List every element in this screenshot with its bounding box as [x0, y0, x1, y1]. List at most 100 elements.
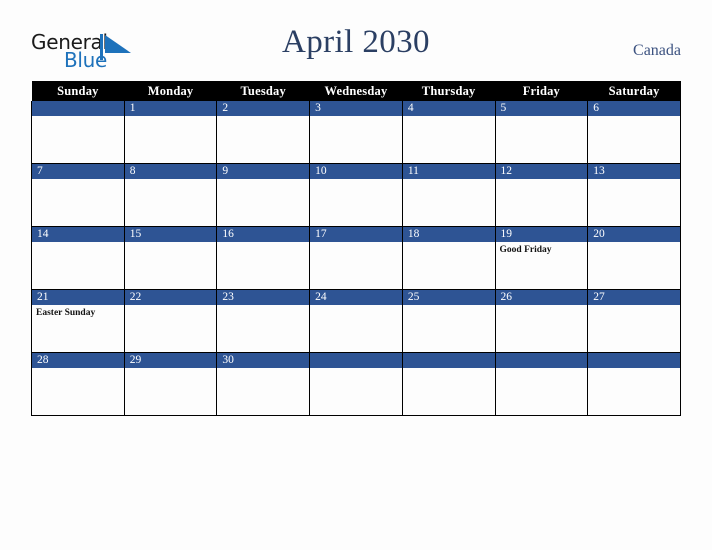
- day-events: [496, 116, 588, 118]
- day-cell-content: 3: [310, 101, 402, 163]
- calendar-day-cell[interactable]: 20: [587, 226, 681, 290]
- day-cell-content: [402, 353, 495, 415]
- calendar-day-cell[interactable]: [31, 101, 125, 164]
- day-number: 24: [310, 290, 402, 305]
- day-events: Good Friday: [496, 242, 588, 256]
- calendar-day-cell[interactable]: 14: [31, 226, 125, 290]
- calendar-day-cell[interactable]: 3: [309, 101, 403, 164]
- day-events: [403, 242, 495, 244]
- day-events: [125, 305, 217, 307]
- day-events: [310, 305, 402, 307]
- day-events: [32, 368, 124, 370]
- calendar-day-cell[interactable]: 12: [494, 163, 589, 227]
- day-number: 14: [32, 227, 124, 242]
- day-cell-content: 24: [310, 290, 402, 352]
- day-cell-content: 10: [310, 164, 402, 226]
- day-number: 23: [217, 290, 310, 305]
- day-number: 6: [588, 101, 680, 116]
- day-number: 15: [124, 227, 217, 242]
- day-events: [496, 305, 588, 307]
- day-cell-content: [495, 353, 588, 415]
- day-events: [588, 305, 680, 307]
- calendar-day-cell[interactable]: 30: [216, 352, 311, 416]
- day-number: 2: [217, 101, 310, 116]
- calendar-day-cell[interactable]: 16: [216, 226, 311, 290]
- day-number: 22: [124, 290, 217, 305]
- day-cell-content: 22: [124, 290, 217, 352]
- calendar-day-cell[interactable]: 8: [123, 163, 218, 227]
- day-cell-content: 20: [588, 227, 680, 289]
- day-number: 3: [310, 101, 402, 116]
- day-events: [310, 116, 402, 118]
- calendar-day-cell[interactable]: 17: [309, 226, 403, 290]
- calendar-day-cell[interactable]: 21 Easter Sunday: [31, 289, 125, 353]
- day-cell-content: 2: [217, 101, 310, 163]
- day-cell-content: 23: [217, 290, 310, 352]
- calendar-day-cell[interactable]: 23: [216, 289, 311, 353]
- weekday-header-sunday: Sunday: [31, 81, 125, 101]
- calendar-day-cell[interactable]: 28: [31, 352, 125, 416]
- calendar-day-cell[interactable]: [587, 352, 681, 416]
- calendar-day-cell[interactable]: 11: [401, 163, 496, 227]
- page-header: General Blue April 2030 Canada: [31, 24, 681, 74]
- calendar-day-cell[interactable]: 15: [123, 226, 218, 290]
- day-events: [403, 116, 495, 118]
- calendar-day-cell[interactable]: 9: [216, 163, 311, 227]
- calendar-day-cell[interactable]: 6: [587, 101, 681, 164]
- day-events: [217, 305, 309, 307]
- day-cell-content: 30: [217, 353, 310, 415]
- day-events: [310, 179, 402, 181]
- day-cell-content: 29: [124, 353, 217, 415]
- day-cell-content: 6: [588, 101, 680, 163]
- day-cell-content: 15: [124, 227, 217, 289]
- calendar-day-cell[interactable]: 2: [216, 101, 311, 164]
- day-events: [125, 116, 217, 118]
- calendar-day-cell[interactable]: [401, 352, 496, 416]
- event-label[interactable]: Good Friday: [500, 244, 585, 256]
- day-number: 26: [495, 290, 588, 305]
- calendar-day-cell[interactable]: 22: [123, 289, 218, 353]
- day-cell-content: 14: [32, 227, 124, 289]
- day-events: [32, 179, 124, 181]
- day-number: 7: [32, 164, 124, 179]
- calendar-day-cell[interactable]: 27: [587, 289, 681, 353]
- calendar-day-cell[interactable]: 19 Good Friday: [494, 226, 589, 290]
- day-events: [217, 179, 309, 181]
- event-label[interactable]: Easter Sunday: [36, 307, 121, 319]
- day-events: [310, 368, 402, 370]
- day-cell-content: 5: [495, 101, 588, 163]
- day-number: 16: [217, 227, 310, 242]
- day-cell-content: [32, 101, 124, 163]
- calendar-day-cell[interactable]: 4: [401, 101, 496, 164]
- weekday-header-row: Sunday Monday Tuesday Wednesday Thursday…: [31, 81, 681, 101]
- day-cell-content: [588, 353, 680, 415]
- calendar-day-cell[interactable]: 5: [494, 101, 589, 164]
- calendar-day-cell[interactable]: 25: [401, 289, 496, 353]
- calendar-day-cell[interactable]: 18: [401, 226, 496, 290]
- calendar-day-cell[interactable]: 26: [494, 289, 589, 353]
- calendar-day-cell[interactable]: 29: [123, 352, 218, 416]
- calendar-page: General Blue April 2030 Canada Sunday Mo…: [0, 0, 712, 550]
- day-events: [403, 368, 495, 370]
- calendar-day-cell[interactable]: 13: [587, 163, 681, 227]
- calendar-day-cell[interactable]: 24: [309, 289, 403, 353]
- calendar-day-cell[interactable]: [309, 352, 403, 416]
- calendar-day-cell[interactable]: [494, 352, 589, 416]
- day-events: [588, 368, 680, 370]
- day-cell-content: 8: [124, 164, 217, 226]
- calendar-day-cell[interactable]: 10: [309, 163, 403, 227]
- day-events: [125, 242, 217, 244]
- day-number: 20: [588, 227, 680, 242]
- day-cell-content: 11: [402, 164, 495, 226]
- day-events: Easter Sunday: [32, 305, 124, 319]
- day-number: [588, 353, 680, 368]
- day-events: [32, 242, 124, 244]
- calendar-grid: Sunday Monday Tuesday Wednesday Thursday…: [31, 81, 681, 416]
- calendar-body: 1 2 3 4 5 6 7 8 9 10 11 12 13 14 15 16 17 18 19 Good Friday…: [31, 101, 681, 416]
- calendar-day-cell[interactable]: 7: [31, 163, 125, 227]
- weekday-header-tuesday: Tuesday: [216, 81, 310, 101]
- day-number: 13: [588, 164, 680, 179]
- day-cell-content: 1: [124, 101, 217, 163]
- day-number: 27: [588, 290, 680, 305]
- calendar-day-cell[interactable]: 1: [123, 101, 218, 164]
